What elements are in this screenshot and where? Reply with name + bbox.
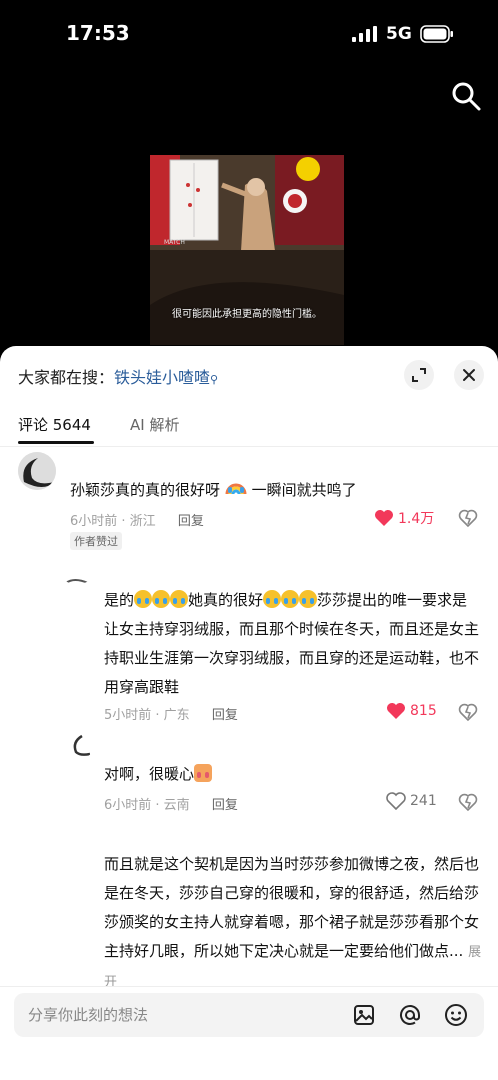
comment-input-bar bbox=[0, 986, 498, 1080]
crying-emoji-icon bbox=[281, 590, 300, 608]
comment-time: 6小时前 · 浙江 bbox=[70, 514, 156, 529]
heart-icon bbox=[387, 703, 405, 719]
network-type: 5G bbox=[386, 24, 412, 44]
comment-input-box[interactable] bbox=[14, 993, 484, 1037]
signal-icon bbox=[352, 26, 377, 42]
close-button[interactable] bbox=[454, 360, 484, 390]
tab-underline bbox=[18, 441, 94, 444]
avatar-image bbox=[65, 579, 89, 584]
comment-text: 对啊，很暖心 bbox=[104, 760, 482, 789]
emoji-icon[interactable] bbox=[444, 1003, 468, 1027]
close-icon bbox=[463, 369, 475, 381]
rainbow-emoji-icon bbox=[225, 479, 247, 497]
avatar[interactable] bbox=[68, 734, 94, 758]
crying-emoji-icon bbox=[134, 590, 153, 608]
like-count: 1.4万 bbox=[398, 511, 435, 527]
reply-button[interactable]: 回复 bbox=[212, 708, 238, 723]
like-button[interactable]: 815 bbox=[386, 702, 437, 720]
expand-icon bbox=[412, 368, 426, 382]
video-subtitle: 很可能因此承担更高的隐性门槛。 bbox=[172, 309, 322, 320]
comment-text-part: 孙颖莎真的真的很好呀 bbox=[70, 481, 221, 499]
search-icon[interactable] bbox=[450, 80, 482, 112]
video-player[interactable]: MATCH 很可能因此承担更高的隐性门槛。 bbox=[150, 155, 344, 345]
comment-panel: 大家都在搜：铁头娃小喳喳⚲ 评论 5644 AI 解析 孙颖莎真的真的很好呀 一… bbox=[0, 346, 498, 1080]
heart-outline-icon bbox=[386, 792, 406, 810]
comment-text: 孙颖莎真的真的很好呀 一瞬间就共鸣了 bbox=[70, 476, 480, 505]
dislike-icon[interactable] bbox=[458, 702, 478, 722]
tab-ai-analysis[interactable]: AI 解析 bbox=[130, 414, 179, 435]
tab-comments[interactable]: 评论 5644 bbox=[18, 414, 94, 444]
tab-comments-label: 评论 5644 bbox=[18, 416, 91, 434]
like-count: 815 bbox=[410, 703, 437, 719]
avatar[interactable] bbox=[64, 572, 90, 584]
comment-text-part: 她真的很好 bbox=[188, 591, 264, 609]
hug-emoji-icon bbox=[194, 764, 213, 782]
dislike-icon[interactable] bbox=[458, 508, 478, 528]
author-liked-badge: 作者赞过 bbox=[70, 532, 122, 550]
battery-icon bbox=[420, 25, 453, 43]
trending-keyword[interactable]: 铁头娃小喳喳 bbox=[114, 368, 210, 387]
avatar[interactable] bbox=[18, 452, 56, 490]
tab-ai-label: AI 解析 bbox=[130, 416, 180, 434]
status-bar: 17:53 5G bbox=[0, 0, 498, 70]
crying-emoji-icon bbox=[152, 590, 171, 608]
trending-search[interactable]: 大家都在搜：铁头娃小喳喳⚲ bbox=[18, 364, 218, 388]
expand-button[interactable] bbox=[404, 360, 434, 390]
comment-text-part: 一瞬间就共鸣了 bbox=[251, 481, 357, 499]
comment-time: 6小时前 · 云南 bbox=[104, 798, 190, 813]
comment-text: 而且就是这个契机是因为当时莎莎参加微博之夜，然后也是在冬天，莎莎自己穿的很暖和，… bbox=[104, 850, 482, 997]
crying-emoji-icon bbox=[170, 590, 189, 608]
comment-time: 5小时前 · 广东 bbox=[104, 708, 190, 723]
video-logo: MATCH bbox=[164, 239, 185, 246]
status-time: 17:53 bbox=[66, 21, 130, 45]
comment-meta: 5小时前 · 广东 回复 bbox=[104, 704, 238, 723]
trending-prefix: 大家都在搜： bbox=[18, 368, 115, 387]
comment-text-part: 是的 bbox=[104, 591, 135, 609]
reply-button[interactable]: 回复 bbox=[178, 514, 204, 529]
like-button[interactable]: 241 bbox=[386, 792, 437, 810]
comment-meta: 6小时前 · 浙江 回复 bbox=[70, 510, 204, 529]
comment-text-part: 对啊，很暖心 bbox=[104, 765, 195, 783]
heart-icon bbox=[375, 510, 393, 526]
avatar-image bbox=[73, 734, 91, 756]
dislike-icon[interactable] bbox=[458, 792, 478, 812]
avatar-image bbox=[18, 452, 56, 490]
comment-input[interactable] bbox=[28, 1003, 328, 1027]
crying-emoji-icon bbox=[299, 590, 318, 608]
search-small-icon: ⚲ bbox=[210, 373, 219, 386]
comment-text-part: 而且就是这个契机是因为当时莎莎参加微博之夜，然后也是在冬天，莎莎自己穿的很暖和，… bbox=[104, 855, 480, 960]
divider bbox=[0, 446, 498, 447]
reply-button[interactable]: 回复 bbox=[212, 798, 238, 813]
at-icon[interactable] bbox=[398, 1003, 422, 1027]
like-count: 241 bbox=[410, 793, 437, 809]
like-button[interactable]: 1.4万 bbox=[374, 508, 434, 528]
comment-text: 是的 她真的很好 莎莎提出的唯一要求是让女主持穿羽绒服，而且那个时候在冬天，而且还是… bbox=[104, 586, 482, 702]
comment-meta: 6小时前 · 云南 回复 bbox=[104, 794, 238, 813]
crying-emoji-icon bbox=[263, 590, 282, 608]
image-icon[interactable] bbox=[352, 1003, 376, 1027]
